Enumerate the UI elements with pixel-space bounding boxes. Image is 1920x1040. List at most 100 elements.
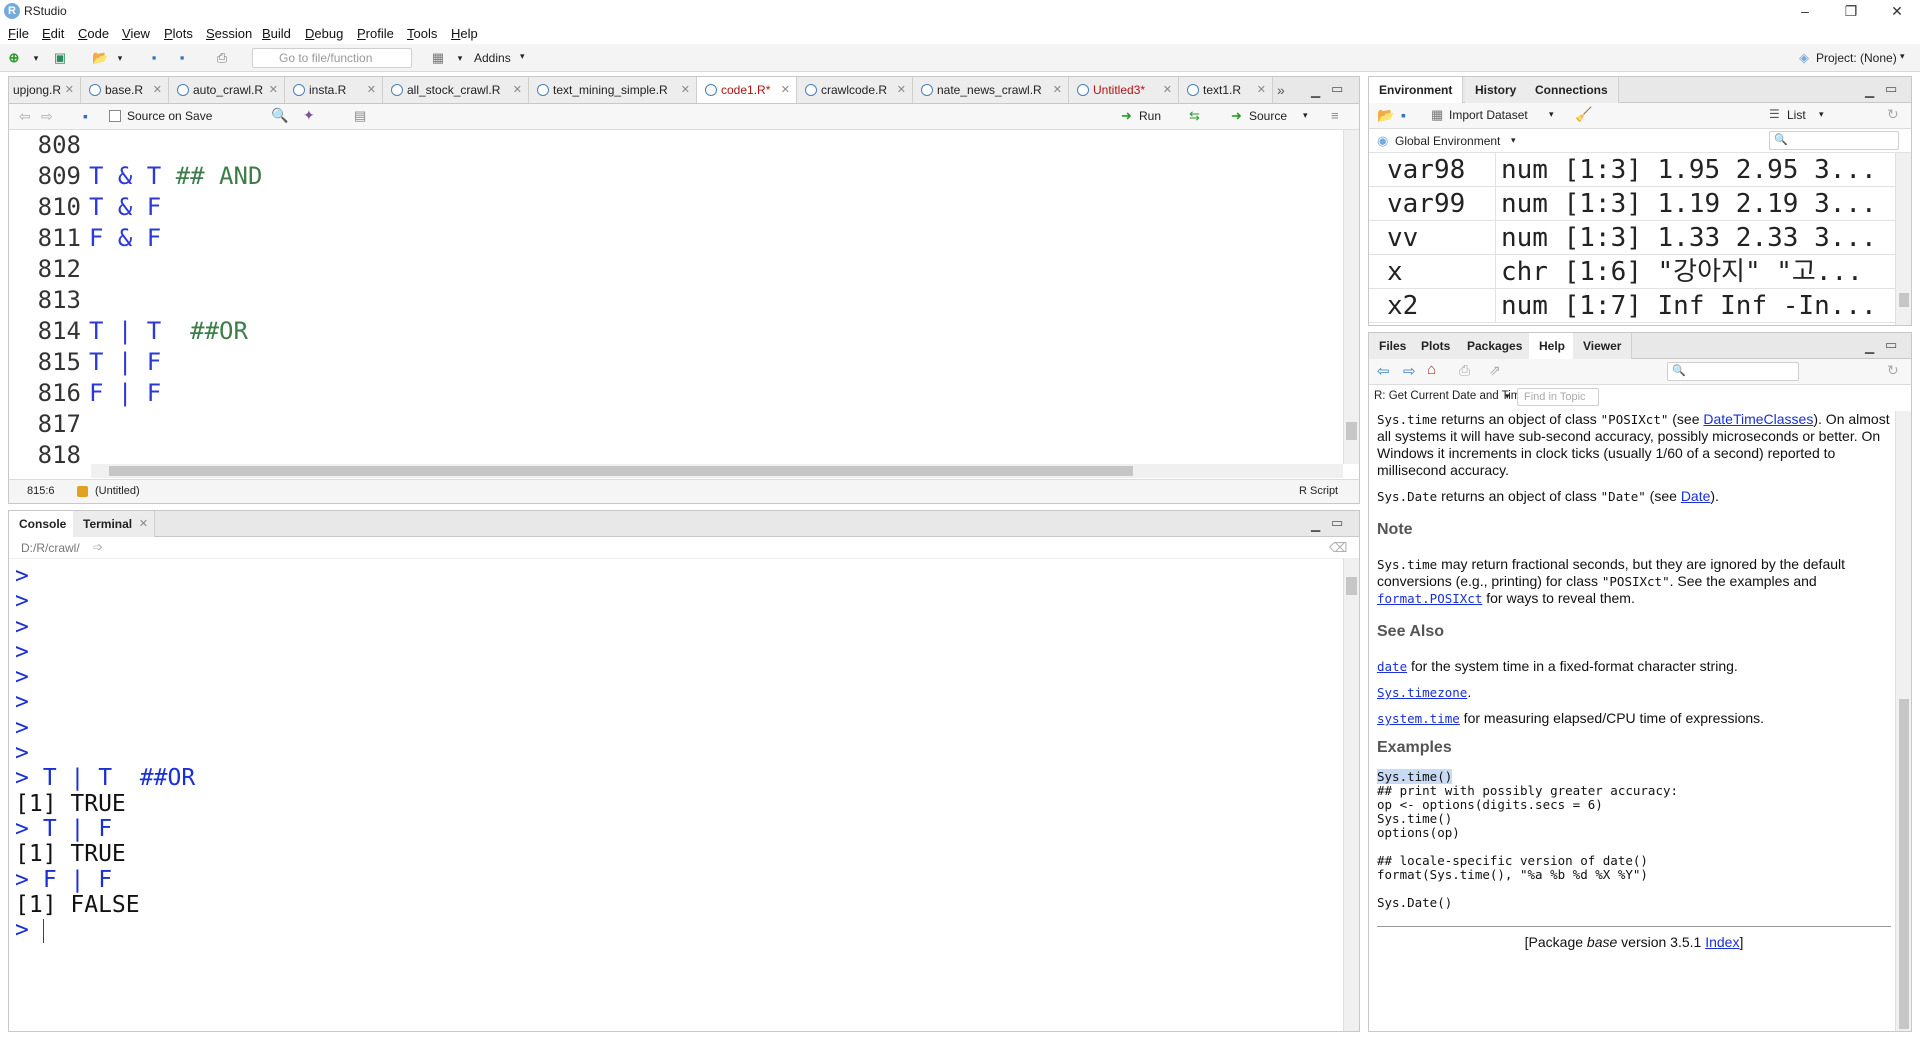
close-tab-icon[interactable]: ✕ — [65, 77, 74, 103]
run-button[interactable]: Run — [1139, 109, 1161, 123]
more-tabs-icon[interactable]: » — [1277, 82, 1285, 98]
project-menu[interactable]: Project: (None) — [1816, 51, 1897, 65]
addins-menu[interactable]: Addins — [474, 51, 511, 65]
menu-view[interactable]: View — [122, 26, 150, 41]
menu-code[interactable]: Code — [78, 26, 109, 41]
close-tab-icon[interactable]: ✕ — [269, 77, 278, 103]
environment-row[interactable]: vv num [1:3] 1.33 2.33 3... — [1369, 221, 1895, 255]
source-dropdown-icon[interactable]: ▾ — [1303, 110, 1308, 121]
editor-hscroll-thumb[interactable] — [109, 466, 1133, 476]
console-scroll-thumb[interactable] — [1346, 577, 1357, 595]
editor-tab[interactable]: insta.R ✕ — [285, 77, 383, 103]
close-tab-icon[interactable]: ✕ — [781, 77, 790, 103]
view-mode-selector[interactable]: List — [1787, 108, 1806, 122]
topic-dropdown-icon[interactable]: ▾ — [1505, 391, 1510, 402]
print-icon[interactable]: ⎙ — [214, 50, 230, 66]
open-file-icon[interactable]: 📂 — [92, 50, 108, 66]
minimize-pane-icon[interactable]: ▁ — [1311, 84, 1320, 98]
help-search-input[interactable]: 🔍 — [1667, 362, 1799, 381]
source-on-save-checkbox[interactable] — [109, 110, 121, 122]
editor-tab[interactable]: text1.R ✕ — [1179, 77, 1273, 103]
menu-profile[interactable]: Profile — [357, 26, 394, 41]
new-file-dropdown-icon[interactable]: ▾ — [28, 50, 44, 66]
refresh-icon[interactable]: ↻ — [1887, 106, 1899, 123]
tab-history[interactable]: History — [1465, 77, 1528, 103]
close-button[interactable]: ✕ — [1874, 0, 1920, 22]
console-output[interactable]: > > > > > > > > > T | T ##OR [1] TRUE > T | F [1] TRU… — [15, 561, 1335, 1029]
date-link[interactable]: date — [1377, 659, 1407, 674]
date-class-link[interactable]: Date — [1681, 488, 1711, 504]
close-tab-icon[interactable]: ✕ — [1053, 77, 1062, 103]
import-dropdown-icon[interactable]: ▾ — [1549, 109, 1554, 120]
save-workspace-icon[interactable]: ▪ — [1401, 107, 1406, 123]
help-scroll-thumb[interactable] — [1899, 699, 1909, 1029]
scope-dropdown-icon[interactable]: ▾ — [1511, 135, 1516, 146]
rerun-icon[interactable]: ⇆ — [1189, 108, 1200, 124]
menu-edit[interactable]: Edit — [42, 26, 64, 41]
help-popout-icon[interactable]: ⇗ — [1489, 362, 1501, 379]
editor-tab[interactable]: upjong.R ✕ — [9, 77, 81, 103]
minimize-pane-icon[interactable]: ▁ — [1865, 84, 1874, 98]
close-tab-icon[interactable]: ✕ — [1163, 77, 1172, 103]
minimize-pane-icon[interactable]: ▁ — [1311, 518, 1320, 532]
find-in-topic-input[interactable]: Find in Topic — [1517, 388, 1599, 406]
menu-file[interactable]: File — [8, 26, 29, 41]
editor-tab[interactable]: auto_crawl.R ✕ — [169, 77, 285, 103]
open-recent-dropdown-icon[interactable]: ▾ — [112, 50, 128, 66]
close-tab-icon[interactable]: ✕ — [897, 77, 906, 103]
menu-build[interactable]: Build — [262, 26, 291, 41]
panes-dropdown-icon[interactable]: ▾ — [452, 50, 468, 66]
maximize-pane-icon[interactable]: ▭ — [1885, 81, 1897, 97]
clear-console-icon[interactable]: ⌫ — [1329, 540, 1347, 556]
tab-plots[interactable]: Plots — [1411, 333, 1462, 359]
environment-scope-selector[interactable]: Global Environment — [1395, 134, 1500, 148]
tab-console[interactable]: Console — [9, 511, 78, 537]
help-refresh-icon[interactable]: ↻ — [1887, 362, 1899, 379]
close-tab-icon[interactable]: ✕ — [681, 77, 690, 103]
tab-terminal[interactable]: Terminal ✕ — [73, 511, 156, 537]
tab-help[interactable]: Help — [1529, 333, 1577, 359]
code-tools-wand-icon[interactable]: ✦ — [303, 107, 315, 124]
maximize-pane-icon[interactable]: ▭ — [1885, 337, 1897, 353]
help-back-icon[interactable]: ⇦ — [1377, 362, 1390, 380]
restore-button[interactable]: ❐ — [1828, 0, 1874, 22]
index-link[interactable]: Index — [1705, 934, 1739, 950]
console-vertical-scrollbar[interactable] — [1343, 559, 1359, 1031]
tab-packages[interactable]: Packages — [1457, 333, 1534, 359]
environment-row[interactable]: x chr [1:6] "강아지" "고... — [1369, 255, 1895, 289]
minimize-button[interactable]: – — [1782, 0, 1828, 22]
editor-tab[interactable]: all_stock_crawl.R ✕ — [383, 77, 529, 103]
help-home-icon[interactable]: ⌂ — [1427, 361, 1436, 378]
goto-file-input[interactable]: Go to file/function — [252, 48, 412, 68]
environment-search-input[interactable]: 🔍 — [1769, 131, 1899, 150]
file-type-selector[interactable]: R Script — [1299, 485, 1338, 497]
format-posixct-link[interactable]: format.POSIXct — [1377, 591, 1482, 606]
close-tab-icon[interactable]: ✕ — [153, 77, 162, 103]
menu-tools[interactable]: Tools — [407, 26, 437, 41]
go-to-directory-icon[interactable]: ➩ — [93, 540, 103, 554]
workspace-panes-icon[interactable]: ▦ — [430, 50, 446, 66]
editor-save-icon[interactable]: ▪ — [83, 108, 88, 124]
environment-vertical-scrollbar[interactable] — [1895, 153, 1911, 325]
tab-environment[interactable]: Environment — [1369, 77, 1464, 103]
close-tab-icon[interactable]: ✕ — [1257, 77, 1266, 103]
view-mode-dropdown-icon[interactable]: ▾ — [1819, 109, 1824, 120]
document-outline-icon[interactable]: ≡ — [1331, 108, 1339, 123]
editor-vertical-scrollbar[interactable] — [1343, 130, 1359, 464]
close-tab-icon[interactable]: ✕ — [513, 77, 522, 103]
code-area[interactable]: 808 809 T & T ## AND 810 T & F 811 F & F 812 813… — [9, 130, 1339, 464]
help-topic-selector[interactable]: R: Get Current Date and Time — [1374, 390, 1527, 402]
editor-tab[interactable]: nate_news_crawl.R ✕ — [913, 77, 1069, 103]
new-file-icon[interactable]: ⊕ — [6, 50, 22, 66]
datetimeclasses-link[interactable]: DateTimeClasses — [1703, 411, 1813, 427]
editor-tab[interactable]: base.R ✕ — [81, 77, 169, 103]
minimize-pane-icon[interactable]: ▁ — [1865, 340, 1874, 354]
environment-row[interactable]: var99 num [1:3] 1.19 2.19 3... — [1369, 187, 1895, 221]
menu-plots[interactable]: Plots — [164, 26, 193, 41]
environment-scroll-thumb[interactable] — [1899, 293, 1909, 307]
load-workspace-icon[interactable]: 📂 — [1377, 107, 1394, 124]
forward-arrow-icon[interactable]: ⇨ — [41, 108, 53, 125]
sys-timezone-link[interactable]: Sys.timezone — [1377, 685, 1467, 700]
scope-selector[interactable]: (Untitled) — [95, 485, 140, 497]
clear-workspace-broom-icon[interactable]: 🧹 — [1575, 106, 1592, 123]
